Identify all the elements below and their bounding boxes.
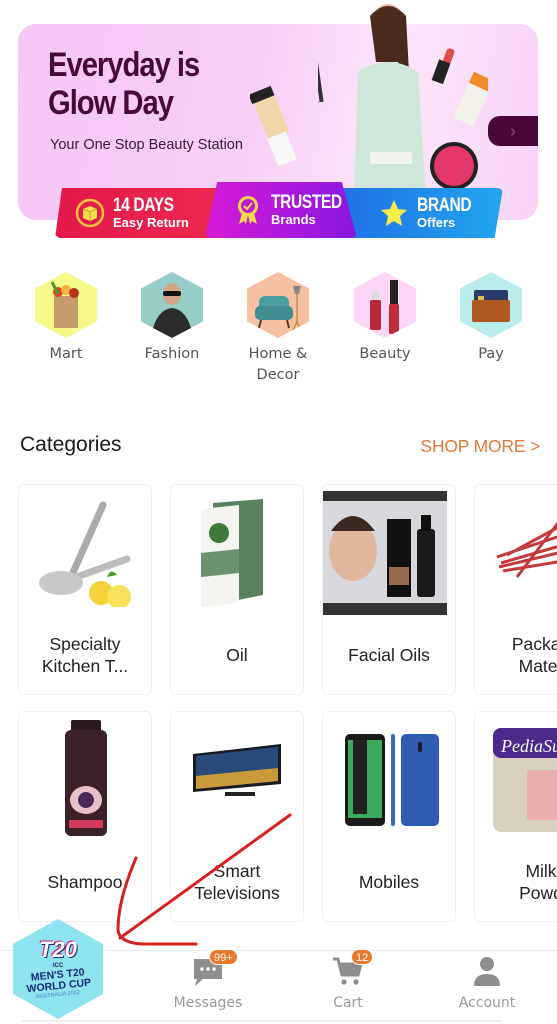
shop-more-link[interactable]: SHOP MORE >: [420, 436, 540, 457]
category-card[interactable]: Specialty Kitchen T...: [18, 484, 152, 695]
svg-text:PediaSur: PediaSur: [500, 736, 557, 756]
shampoo-bottle-image: [27, 720, 145, 838]
nav-label: Cart: [333, 995, 363, 1011]
categories-header: Categories SHOP MORE >: [20, 433, 540, 463]
nav-messages[interactable]: 99+ Messages: [158, 949, 258, 1011]
quick-nav-label: Mart: [49, 346, 83, 362]
badge-sub-text: Offers: [417, 215, 456, 230]
box-return-icon: [75, 198, 105, 228]
gesture-bar-divider: [22, 1020, 502, 1022]
banner-next-button[interactable]: ›: [488, 116, 538, 146]
category-card[interactable]: PediaSur Milk Powd: [474, 711, 557, 922]
category-label: Shampoo: [47, 872, 123, 892]
badge-main-text: BRAND: [417, 195, 472, 216]
category-label: Packag Mater: [511, 634, 557, 676]
quick-nav-label: Pay: [478, 346, 504, 362]
award-ribbon-icon: [238, 196, 258, 224]
nav-account[interactable]: Account: [437, 955, 537, 1011]
category-label: Milk Powd: [519, 861, 557, 903]
messages-count-badge: 99+: [209, 949, 238, 965]
category-card[interactable]: Packag Mater: [474, 484, 557, 695]
quick-nav-beauty[interactable]: Beauty: [340, 272, 430, 365]
milk-powder-can-image: PediaSur: [483, 720, 557, 838]
beard-oil-image: [323, 491, 447, 615]
smartphones-image: [331, 720, 449, 838]
quick-nav-fashion[interactable]: Fashion: [127, 272, 217, 365]
promo-banner[interactable]: Everyday is Glow Day Your One Stop Beaut…: [18, 4, 538, 242]
armchair-icon: [247, 272, 309, 338]
lemon-squeezer-image: [27, 493, 145, 611]
grocery-bag-icon: [35, 272, 97, 338]
category-label: Oil: [226, 645, 248, 665]
category-card[interactable]: Mobiles: [322, 711, 456, 922]
nav-label: Account: [458, 995, 516, 1011]
badge-easy-return: 14 DAYS Easy Return: [55, 188, 230, 238]
categories-title: Categories: [20, 433, 122, 456]
category-label: Mobiles: [358, 872, 420, 892]
quick-nav-label: Home & Decor: [248, 346, 308, 383]
badge-trusted-brands: TRUSTED Brands: [205, 182, 357, 238]
quick-nav-label: Beauty: [359, 346, 411, 362]
category-card[interactable]: Oil: [170, 484, 304, 695]
twist-ties-image: [483, 493, 557, 611]
category-card[interactable]: Smart Televisions: [170, 711, 304, 922]
lipstick-icon: [354, 272, 416, 338]
fashion-model-icon: [141, 272, 203, 338]
nav-cart[interactable]: 12 Cart: [298, 949, 398, 1011]
badge-sub-text: Easy Return: [113, 215, 189, 230]
chevron-right-icon: ›: [510, 120, 516, 141]
badge-brand-offers: BRAND Offers: [335, 188, 503, 238]
quick-nav-mart[interactable]: Mart: [21, 272, 111, 365]
banner-cosmetics-illustration: [430, 48, 488, 190]
badge-sub-text: Brands: [271, 212, 316, 227]
banner-title: Everyday is Glow Day: [48, 46, 237, 122]
banner-subtitle: Your One Stop Beauty Station: [50, 137, 243, 153]
wallet-card-icon: [460, 272, 522, 338]
person-icon: [474, 957, 500, 986]
quick-nav-pay[interactable]: Pay: [446, 272, 536, 365]
category-label: Specialty Kitchen T...: [41, 634, 129, 676]
nav-label: Messages: [173, 995, 243, 1011]
star-icon: [381, 200, 407, 226]
smart-tv-image: [179, 720, 297, 838]
cart-count-badge: 12: [351, 949, 374, 965]
banner-title-line1: Everyday is: [48, 46, 200, 84]
category-card[interactable]: Shampoo: [18, 711, 152, 922]
quick-nav: Mart Fashion Home & Decor Beauty Pay: [0, 272, 557, 392]
t20-logo: T20: [39, 937, 77, 962]
category-label: Facial Oils: [348, 645, 430, 665]
badge-main-text: 14 DAYS: [113, 195, 174, 216]
category-label: Smart Televisions: [194, 861, 280, 903]
quick-nav-home-decor[interactable]: Home & Decor: [233, 272, 323, 386]
nettle-oil-box-image: [179, 493, 297, 611]
banner-title-line2: Glow Day: [48, 84, 174, 122]
badge-main-text: TRUSTED: [271, 192, 342, 213]
banner-products-illustration: [250, 85, 297, 167]
banner-badges: 14 DAYS Easy Return TRUSTED Brands BRAND: [55, 182, 503, 240]
category-card[interactable]: Facial Oils: [322, 484, 456, 695]
quick-nav-label: Fashion: [144, 346, 200, 362]
